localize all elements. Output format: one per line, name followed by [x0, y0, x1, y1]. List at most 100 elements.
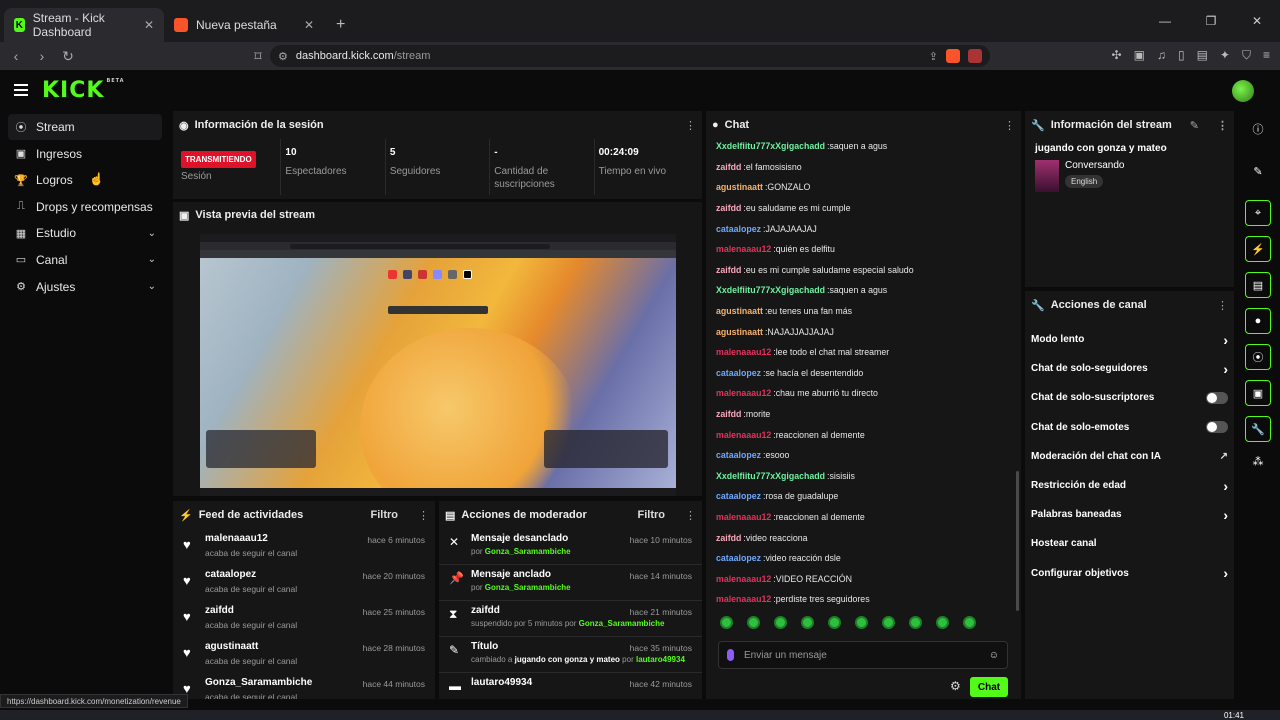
lightning-icon[interactable]: ⚡ — [1245, 236, 1271, 262]
toggle-switch[interactable] — [1206, 391, 1228, 404]
chat-username[interactable]: malenaaau12 — [716, 388, 771, 398]
notes-icon[interactable]: ▤ — [1245, 272, 1271, 298]
avatar[interactable] — [1232, 80, 1254, 102]
chat-message[interactable]: cataalopez: se hacía el desentendido — [716, 363, 1011, 384]
list-item[interactable]: 📌 Mensaje anclado por Gonza_Saramambiche ha… — [439, 565, 702, 601]
emote-icon[interactable] — [882, 615, 895, 629]
chat-scrollbar[interactable] — [1016, 471, 1019, 611]
emote-icon[interactable] — [855, 615, 868, 629]
chat-username[interactable]: malenaaau12 — [716, 430, 771, 440]
filter-button[interactable]: Filtro — [638, 509, 666, 521]
new-tab-icon[interactable]: + — [324, 16, 357, 42]
sidebar-item-logros[interactable]: 🏆 Logros — [8, 167, 162, 193]
maximize-icon[interactable]: ❐ — [1188, 14, 1234, 28]
close-tab-icon[interactable]: ✕ — [304, 18, 314, 32]
chat-message[interactable]: cataalopez: esooo — [716, 445, 1011, 466]
toggle-switch[interactable] — [1206, 421, 1228, 434]
forward-icon[interactable]: › — [32, 48, 52, 64]
chat-message[interactable]: zaifdd: eu saludame es mi cumple — [716, 198, 1011, 219]
chat-settings-icon[interactable]: ⚙ — [950, 679, 961, 693]
emote-icon[interactable] — [909, 615, 922, 629]
chat-username[interactable]: malenaaau12 — [716, 347, 771, 357]
chat-username[interactable]: cataalopez — [716, 553, 761, 563]
chat-message[interactable]: cataalopez: JAJAJAAJAJ — [716, 218, 1011, 239]
list-item[interactable]: ✕ Mensaje desanclado por Gonza_Saramambich… — [439, 529, 702, 565]
back-icon[interactable]: ‹ — [6, 48, 26, 64]
widgets-icon[interactable]: ⁂ — [1245, 448, 1271, 474]
send-chat-button[interactable]: Chat — [970, 677, 1008, 697]
chat-message[interactable]: agustinaatt: GONZALO — [716, 177, 1011, 198]
chat-username[interactable]: cataalopez — [716, 368, 761, 378]
list-item[interactable]: ♥ agustinaatt acaba de seguir el canal hace… — [173, 637, 435, 673]
chat-message[interactable]: malenaaau12: reaccionen al demente — [716, 507, 1011, 528]
close-tab-icon[interactable]: ✕ — [144, 18, 154, 32]
screenshot-icon[interactable]: ▣ — [1134, 48, 1145, 63]
channel-action-restricción-de-edad[interactable]: Restricción de edad › — [1025, 471, 1234, 500]
more-options-icon[interactable]: ⋮ — [685, 119, 696, 132]
vpn-icon[interactable]: ⛉ — [1242, 48, 1251, 63]
chat-username[interactable]: zaifdd — [716, 203, 741, 213]
emote-icon[interactable] — [747, 615, 760, 629]
list-item[interactable]: ♥ Gonza_Saramambiche acaba de seguir el ca… — [173, 673, 435, 699]
brave-shield-icon[interactable] — [946, 49, 960, 63]
more-options-icon[interactable]: ⋮ — [418, 509, 429, 522]
emote-icon[interactable] — [936, 615, 949, 629]
list-item[interactable]: ♥ malenaaau12 acaba de seguir el canal hace… — [173, 529, 435, 565]
kick-logo[interactable]: KICK BETA — [42, 78, 125, 103]
url-bar[interactable]: ⚙ dashboard.kick.com/stream ⇪ — [270, 45, 990, 67]
close-window-icon[interactable]: ✕ — [1234, 14, 1280, 28]
info-icon[interactable]: ⓘ — [1245, 116, 1271, 142]
wrench-icon[interactable]: 🔧 — [1245, 416, 1271, 442]
mod-log-icon[interactable]: ▣ — [1245, 380, 1271, 406]
emoji-icon[interactable]: ☺ — [989, 650, 999, 661]
sidebar-item-stream[interactable]: ⦿ Stream — [8, 114, 162, 140]
filter-button[interactable]: Filtro — [371, 509, 399, 521]
stream-preview-video[interactable] — [200, 234, 676, 496]
mod-user-link[interactable]: lautaro49934 — [636, 655, 685, 664]
emote-icon[interactable] — [828, 615, 841, 629]
list-item[interactable]: ▬ lautaro49934 hace 42 minutos — [439, 673, 702, 699]
chat-username[interactable]: Xxdelfiitu777xXgigachadd — [716, 141, 825, 151]
chat-message[interactable]: malenaaau12: chau me aburrió tu directo — [716, 383, 1011, 404]
channel-action-modo-lento[interactable]: Modo lento › — [1025, 325, 1234, 354]
sidebar-item-ingresos[interactable]: ▣ Ingresos — [8, 141, 162, 167]
edit-icon[interactable]: ✎ — [1190, 119, 1199, 132]
list-item[interactable]: ⧗ zaifdd suspendido por 5 minutos por Gonz… — [439, 601, 702, 637]
channel-action-chat-de-solo-emotes[interactable]: Chat de solo-emotes — [1025, 413, 1234, 442]
chat-message[interactable]: zaifdd: el famosisisno — [716, 157, 1011, 178]
chat-username[interactable]: malenaaau12 — [716, 594, 771, 604]
broadcast-icon[interactable]: ⦿ — [1245, 344, 1271, 370]
mod-user-link[interactable]: Gonza_Saramambiche — [485, 583, 571, 592]
chat-username[interactable]: agustinaatt — [716, 182, 763, 192]
list-item[interactable]: ♥ zaifdd acaba de seguir el canal hace 25 m… — [173, 601, 435, 637]
chat-username[interactable]: malenaaau12 — [716, 574, 771, 584]
chat-message[interactable]: malenaaau12: VIDEO REACCIÓN — [716, 568, 1011, 589]
chat-message[interactable]: zaifdd: morite — [716, 404, 1011, 425]
chat-message[interactable]: Xxdelfiitu777xXgigachadd: sisisiis — [716, 466, 1011, 487]
channel-action-palabras-baneadas[interactable]: Palabras baneadas › — [1025, 500, 1234, 529]
list-item[interactable]: ✎ Título cambiado a jugando con gonza y ma… — [439, 637, 702, 673]
sidebar-item-ajustes[interactable]: ⚙ Ajustes ⌄ — [8, 274, 162, 300]
wallet-icon[interactable]: ▤ — [1197, 48, 1208, 63]
chat-message[interactable]: malenaaau12: perdiste tres seguidores — [716, 589, 1011, 610]
chat-message[interactable]: agustinaatt: eu tenes una fan más — [716, 301, 1011, 322]
chat-username[interactable]: zaifdd — [716, 162, 741, 172]
channel-action-moderación-del-chat-con-ia[interactable]: Moderación del chat con IA ↗ — [1025, 442, 1234, 471]
list-item[interactable]: ♥ cataalopez acaba de seguir el canal hace … — [173, 565, 435, 601]
more-options-icon[interactable]: ⋮ — [685, 509, 696, 522]
channel-action-configurar-objetivos[interactable]: Configurar objetivos › — [1025, 559, 1234, 588]
more-options-icon[interactable]: ⋮ — [1217, 119, 1228, 132]
chat-username[interactable]: cataalopez — [716, 491, 761, 501]
chat-username[interactable]: agustinaatt — [716, 306, 763, 316]
sidebar-toggle-icon[interactable]: ▯ — [1178, 48, 1185, 63]
chat-username[interactable]: zaifdd — [716, 265, 741, 275]
chat-message[interactable]: cataalopez: video reacción dsle — [716, 548, 1011, 569]
chat-message[interactable]: Xxdelfiitu777xXgigachadd: saquen a agus — [716, 136, 1011, 157]
mod-user-link[interactable]: Gonza_Saramambiche — [579, 619, 665, 628]
chat-username[interactable]: Xxdelfiitu777xXgigachadd — [716, 471, 825, 481]
chat-message[interactable]: malenaaau12: lee todo el chat mal stream… — [716, 342, 1011, 363]
share-icon[interactable]: ⇪ — [929, 50, 938, 63]
chat-input[interactable]: Enviar un mensaje ☺ — [718, 641, 1008, 669]
music-icon[interactable]: ♫ — [1157, 48, 1166, 63]
chat-message[interactable]: agustinaatt: NAJAJJAJJAJAJ — [716, 321, 1011, 342]
